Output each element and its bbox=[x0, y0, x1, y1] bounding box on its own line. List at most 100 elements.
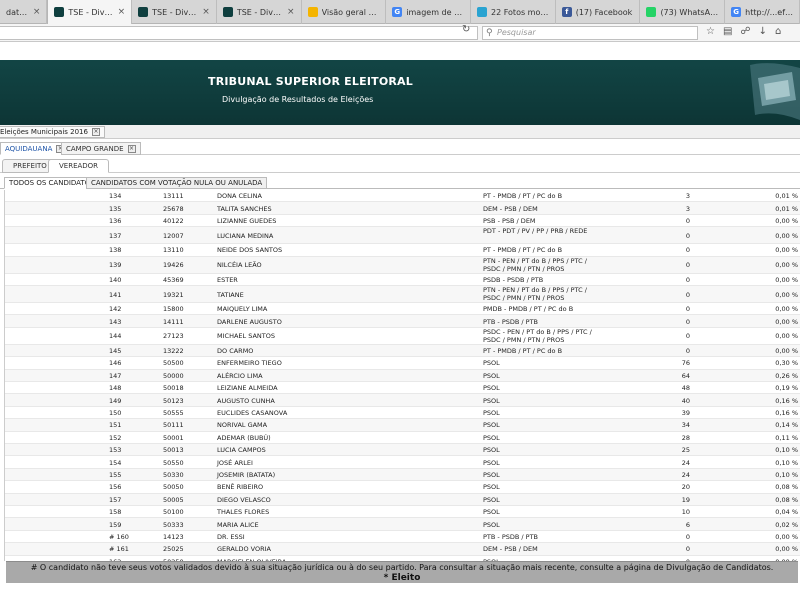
browser-tab[interactable]: TSE - Divulgação ...× bbox=[132, 0, 217, 24]
candidate-percent: 0,00 % bbox=[775, 305, 798, 314]
candidate-name: TATIANE bbox=[217, 290, 244, 299]
candidate-percent: 0,04 % bbox=[775, 508, 798, 517]
candidate-name: EUCLIDES CASANOVA bbox=[217, 408, 288, 417]
candidate-name: MAIQUELY LIMA bbox=[217, 305, 268, 314]
candidate-number: 50333 bbox=[163, 520, 184, 529]
candidate-party: PDT - PDT / PV / PP / PRB / REDE bbox=[483, 227, 588, 236]
candidate-party: PSOL bbox=[483, 359, 500, 368]
candidate-party: PSOL bbox=[483, 520, 500, 529]
site-subtitle: Divulgação de Resultados de Eleições bbox=[222, 95, 374, 104]
candidate-name: ADEMAR (BUBÚ) bbox=[217, 433, 271, 442]
candidate-percent: 0,00 % bbox=[775, 216, 798, 225]
reload-icon[interactable]: ↻ bbox=[462, 24, 470, 35]
table-row: # 161 25025 GERALDO VORIA DEM - PSB / DEM 0 0… bbox=[5, 543, 800, 556]
candidate-seq: 134 bbox=[109, 192, 122, 201]
candidate-votes: 24 bbox=[681, 458, 690, 467]
candidate-filter-tab-bar: TODOS OS CANDIDATOS CANDIDATOS COM VOTAÇ… bbox=[0, 175, 800, 189]
close-tab-icon[interactable]: × bbox=[287, 7, 295, 17]
candidate-percent: 0,00 % bbox=[775, 332, 798, 341]
candidate-seq: 142 bbox=[109, 305, 122, 314]
candidate-party: PSOL bbox=[483, 384, 500, 393]
table-row: # 160 14123 DR. ESSI PTB - PSDB / PTB 0 0,00 … bbox=[5, 531, 800, 544]
candidate-name: DR. ESSI bbox=[217, 532, 245, 541]
table-row: 138 13110 NEIDE DOS SANTOS PT - PMDB / PT /… bbox=[5, 244, 800, 257]
candidate-party: PTN - PEN / PT do B / PPS / PTC / PSDC /… bbox=[483, 256, 587, 273]
browser-tab[interactable]: 22 Fotos mos... bbox=[471, 0, 556, 24]
candidate-number: 50550 bbox=[163, 458, 184, 467]
browser-tab[interactable]: Ghttp://...efeitos bbox=[725, 0, 800, 24]
browser-tab[interactable]: f (17) Facebook bbox=[556, 0, 641, 24]
city-tab-bar: AQUIDAUANA × CAMPO GRANDE × bbox=[0, 141, 800, 155]
candidate-seq: 137 bbox=[109, 231, 122, 240]
url-input[interactable] bbox=[0, 26, 478, 40]
reading-list-icon[interactable]: ▤ bbox=[723, 26, 732, 37]
candidate-seq: 144 bbox=[109, 332, 122, 341]
home-icon[interactable]: ⌂ bbox=[775, 26, 781, 37]
close-icon[interactable]: × bbox=[127, 144, 136, 153]
election-tab-label: Eleições Municipais 2016 bbox=[0, 128, 88, 136]
table-row: 157 50005 DIEGO VELASCO PSOL 19 0,08 % bbox=[5, 493, 800, 506]
pocket-icon[interactable]: ☍ bbox=[740, 26, 750, 37]
candidate-number: 27123 bbox=[163, 332, 184, 341]
tab-aquidauana[interactable]: AQUIDAUANA × bbox=[0, 142, 70, 155]
candidate-percent: 0,10 % bbox=[775, 458, 798, 467]
close-tab-icon[interactable]: × bbox=[33, 7, 41, 17]
candidate-number: 13111 bbox=[163, 192, 184, 201]
candidate-number: 50555 bbox=[163, 408, 184, 417]
candidate-number: 45369 bbox=[163, 275, 184, 284]
candidate-number: 50018 bbox=[163, 384, 184, 393]
candidate-name: BENÊ RIBEIRO bbox=[217, 483, 264, 492]
browser-tab[interactable]: TSE - Divulgação ... × bbox=[47, 0, 133, 24]
candidate-party: PTN - PEN / PT do B / PPS / PTC / PSDC /… bbox=[483, 286, 587, 302]
table-row: 135 25678 TALITA SANCHES DEM - PSB / DEM 3 0,… bbox=[5, 202, 800, 215]
candidate-votes: 19 bbox=[681, 495, 690, 504]
browser-tab[interactable]: (73) WhatsApp bbox=[640, 0, 726, 24]
table-row: 139 19426 NILCÉIA LEÃO PTN - PEN / PT do B … bbox=[5, 256, 800, 274]
table-row: 148 50018 LEIZIANE ALMEIDA PSOL 48 0,19 % bbox=[5, 382, 800, 395]
bookmark-star-icon[interactable]: ☆ bbox=[706, 26, 715, 37]
browser-tab[interactable]: Visão geral - ... bbox=[302, 0, 387, 24]
close-tab-icon[interactable]: × bbox=[202, 7, 210, 17]
candidate-seq: 140 bbox=[109, 275, 122, 284]
candidate-number: 50123 bbox=[163, 396, 184, 405]
sub-tab-label: TODOS OS CANDIDATOS bbox=[9, 179, 95, 187]
candidate-votes: 39 bbox=[681, 408, 690, 417]
tab-campo-grande[interactable]: CAMPO GRANDE × bbox=[61, 142, 141, 155]
browser-tab-title: TSE - Divulgação ... bbox=[68, 7, 114, 17]
table-row: 154 50550 JOSÉ ARLEI PSOL 24 0,10 % bbox=[5, 456, 800, 469]
election-tab[interactable]: Eleições Municipais 2016 × bbox=[0, 126, 105, 138]
legend-footer: # O candidato não teve seus votos valida… bbox=[6, 561, 798, 583]
table-row: 159 50333 MARIA ALICE PSOL 6 0,02 % bbox=[5, 518, 800, 531]
candidate-votes: 3 bbox=[685, 192, 690, 201]
candidate-name: LIZIANNE GUEDES bbox=[217, 216, 277, 225]
candidate-percent: 0,00 % bbox=[775, 317, 798, 326]
tab-vereador[interactable]: VEREADOR bbox=[48, 159, 110, 173]
browser-tab-title: http://...efeitos bbox=[745, 7, 793, 17]
candidate-name: JOSÉ ARLEI bbox=[217, 458, 253, 467]
bottom-strip bbox=[0, 583, 800, 600]
favicon-icon: G bbox=[731, 7, 742, 17]
candidate-name: THALES FLORES bbox=[217, 508, 270, 517]
favicon-icon: G bbox=[392, 7, 403, 17]
candidate-party: PMDB - PMDB / PT / PC do B bbox=[483, 305, 574, 314]
browser-tab[interactable]: TSE - Divulgação ...× bbox=[217, 0, 302, 24]
candidate-percent: 0,08 % bbox=[775, 495, 798, 504]
candidate-name: JOSEMIR (BATATA) bbox=[217, 470, 276, 479]
search-input[interactable]: ⚲ Pesquisar bbox=[482, 26, 698, 40]
browser-tab[interactable]: Gimagem de h... bbox=[386, 0, 471, 24]
candidate-party: PSOL bbox=[483, 446, 500, 455]
candidate-seq: 143 bbox=[109, 317, 122, 326]
candidate-percent: 0,01 % bbox=[775, 192, 798, 201]
close-tab-icon[interactable]: × bbox=[118, 7, 126, 17]
close-icon[interactable]: × bbox=[91, 128, 100, 136]
tab-votacao-nula[interactable]: CANDIDATOS COM VOTAÇÃO NULA OU ANULADA bbox=[86, 177, 268, 189]
candidate-party: DEM - PSB / DEM bbox=[483, 545, 538, 554]
download-icon[interactable]: ↓ bbox=[759, 26, 767, 37]
browser-tab[interactable]: dato à r...× bbox=[0, 0, 48, 24]
candidate-number: 25025 bbox=[163, 545, 184, 554]
office-tab-label: PREFEITO bbox=[13, 162, 47, 170]
candidate-seq: # 161 bbox=[109, 545, 129, 554]
candidate-party: PSOL bbox=[483, 421, 500, 430]
candidate-seq: 136 bbox=[109, 216, 122, 225]
city-tab-label: AQUIDAUANA bbox=[5, 144, 53, 153]
